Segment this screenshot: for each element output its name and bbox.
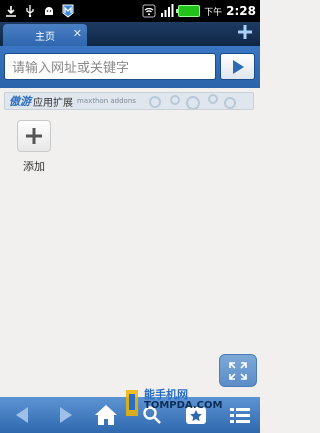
new-tab-button[interactable]	[235, 23, 255, 43]
addons-banner[interactable]: 傲游 应用扩展 maxthon addons	[4, 92, 254, 110]
tab-home[interactable]: 主页 ✕	[3, 24, 87, 46]
add-quick-access-button[interactable]	[17, 120, 51, 152]
go-button[interactable]	[220, 53, 255, 80]
watermark-logo-icon	[126, 390, 138, 416]
address-bar: 请输入网址或关键字	[0, 46, 260, 88]
add-quick-access-label: 添加	[23, 160, 45, 173]
signal-icon	[160, 4, 174, 18]
status-bar: 下午 2:28	[0, 0, 260, 22]
status-time: 2:28	[226, 4, 256, 18]
back-button[interactable]	[8, 401, 36, 429]
tab-bar: 主页 ✕	[0, 22, 260, 46]
addons-subtitle: maxthon addons	[77, 97, 136, 105]
plus-icon	[238, 25, 252, 39]
fullscreen-button[interactable]	[219, 354, 257, 387]
status-period: 下午	[204, 7, 223, 18]
tab-label: 主页	[35, 31, 55, 43]
home-button[interactable]	[92, 401, 120, 429]
site-watermark: 能手机网 TOMPDA.COM	[122, 386, 242, 422]
addons-title: 应用扩展	[33, 97, 73, 109]
wifi-icon	[142, 4, 156, 18]
download-icon	[4, 4, 18, 18]
addons-brand: 傲游	[9, 95, 31, 108]
play-arrow-icon	[232, 59, 244, 74]
plus-icon	[26, 128, 42, 144]
usb-icon	[23, 4, 37, 18]
close-icon[interactable]: ✕	[73, 27, 82, 41]
forward-button[interactable]	[52, 401, 80, 429]
forward-arrow-icon	[60, 407, 72, 423]
url-input[interactable]: 请输入网址或关键字	[4, 53, 216, 80]
fullscreen-icon	[229, 361, 247, 380]
back-arrow-icon	[16, 407, 28, 423]
home-icon	[95, 405, 117, 425]
watermark-line2: TOMPDA.COM	[144, 400, 223, 411]
maxthon-icon	[61, 4, 75, 18]
gear-pattern-icon	[149, 94, 236, 109]
android-debug-icon	[42, 4, 56, 18]
url-placeholder: 请输入网址或关键字	[12, 61, 130, 76]
battery-icon	[176, 5, 201, 17]
